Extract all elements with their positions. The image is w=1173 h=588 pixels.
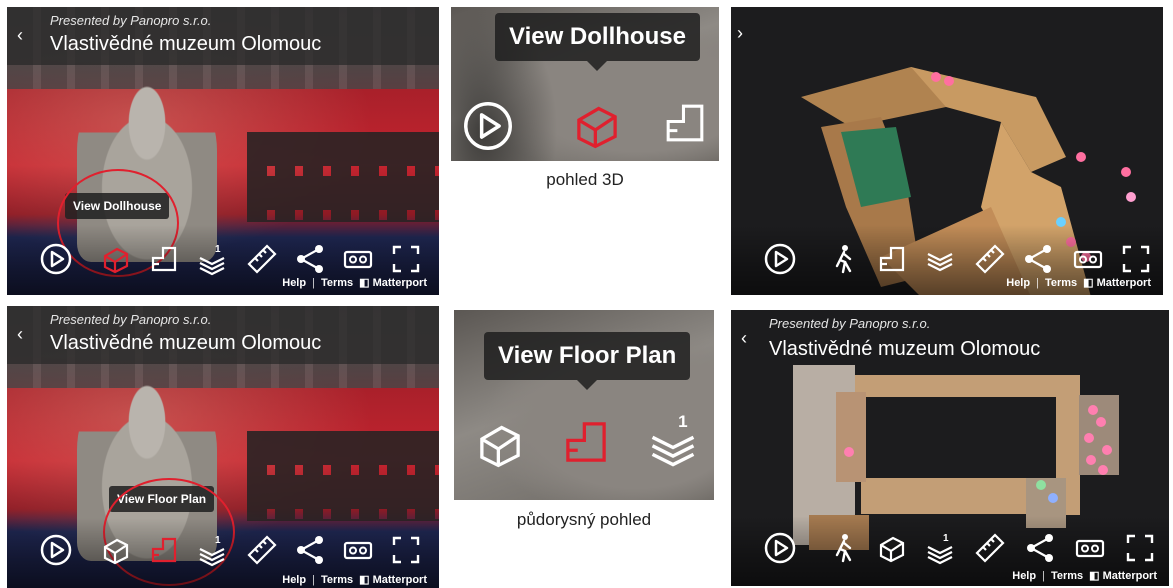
zoom-panel-floorplan: View Floor Plan 1 <box>454 310 714 500</box>
floors-icon[interactable]: 1 <box>644 410 702 468</box>
dollhouse-icon[interactable] <box>569 97 625 153</box>
viewer-header: ‹ Presented by Panopro s.r.o. Vlastivědn… <box>7 306 439 364</box>
play-icon[interactable] <box>763 531 797 565</box>
dollhouse-icon[interactable] <box>99 533 133 567</box>
viewer-panel-floorplan: ‹ Presented by Panopro s.r.o. Vlastivědn… <box>7 306 439 588</box>
zoom-panel-dollhouse: View Dollhouse <box>451 7 719 161</box>
floorplan-tooltip-large: View Floor Plan <box>484 332 691 390</box>
dollhouse-model-panel: › Help | Terms ◧ Matterport <box>731 7 1163 295</box>
vr-icon[interactable] <box>341 242 375 276</box>
museum-title: Vlastivědné muzeum Olomouc <box>50 33 322 55</box>
footer-links: Help | Terms ◧ Matterport <box>1012 569 1157 583</box>
back-chevron-icon[interactable]: ‹ <box>13 25 27 45</box>
brand-label: Matterport <box>1102 570 1157 582</box>
help-link[interactable]: Help <box>282 277 306 289</box>
help-link[interactable]: Help <box>1012 570 1036 582</box>
share-icon[interactable] <box>293 242 327 276</box>
matterport-logo-icon[interactable]: ◧ Matterport <box>359 573 427 586</box>
dollhouse-icon[interactable] <box>472 416 528 472</box>
brand-label: Matterport <box>372 277 427 289</box>
measure-icon[interactable] <box>245 533 279 567</box>
walk-icon[interactable] <box>827 531 861 565</box>
fullscreen-icon[interactable] <box>389 242 423 276</box>
vr-icon[interactable] <box>341 533 375 567</box>
share-icon[interactable] <box>1023 531 1057 565</box>
matterport-logo-icon[interactable]: ◧ Matterport <box>1089 569 1157 582</box>
vr-icon[interactable] <box>1071 242 1105 276</box>
matterport-logo-icon[interactable]: ◧ Matterport <box>359 276 427 289</box>
fullscreen-icon[interactable] <box>389 533 423 567</box>
dollhouse-tooltip-large: View Dollhouse <box>495 13 700 71</box>
measure-icon[interactable] <box>973 531 1007 565</box>
floorplan-icon[interactable] <box>875 242 909 276</box>
floorplan-icon[interactable] <box>558 414 614 470</box>
presented-by: Presented by Panopro s.r.o. <box>50 312 212 327</box>
caption-3d: pohled 3D <box>546 170 624 189</box>
share-icon[interactable] <box>293 533 327 567</box>
help-link[interactable]: Help <box>282 574 306 586</box>
terms-link[interactable]: Terms <box>1045 277 1077 289</box>
floors-icon[interactable]: 1 <box>195 242 229 276</box>
share-icon[interactable] <box>1021 242 1055 276</box>
viewer-header: ‹ Presented by Panopro s.r.o. Vlastivědn… <box>7 7 439 65</box>
footer-links: Help | Terms ◧ Matterport <box>282 276 427 290</box>
fullscreen-icon[interactable] <box>1119 242 1153 276</box>
terms-link[interactable]: Terms <box>321 277 353 289</box>
svg-text:1: 1 <box>215 535 221 546</box>
footer-separator: | <box>312 573 315 586</box>
floorplan-icon[interactable] <box>659 97 711 149</box>
brand-label: Matterport <box>1096 277 1151 289</box>
floors-icon[interactable]: 1 <box>923 531 957 565</box>
floors-icon[interactable]: 1 <box>195 533 229 567</box>
floorplan-icon[interactable] <box>147 242 181 276</box>
measure-icon[interactable] <box>245 242 279 276</box>
footer-separator: | <box>1036 276 1039 289</box>
svg-text:1: 1 <box>943 533 949 544</box>
floorplan-model-panel: ‹ Presented by Panopro s.r.o. Vlastivědn… <box>731 310 1169 586</box>
footer-links: Help | Terms ◧ Matterport <box>282 573 427 587</box>
play-icon[interactable] <box>461 99 515 153</box>
terms-link[interactable]: Terms <box>1051 570 1083 582</box>
back-chevron-icon[interactable]: ‹ <box>13 324 27 344</box>
floors-icon[interactable] <box>923 242 957 276</box>
svg-text:1: 1 <box>215 244 221 255</box>
play-icon[interactable] <box>39 533 73 567</box>
help-link[interactable]: Help <box>1006 277 1030 289</box>
play-icon[interactable] <box>763 242 797 276</box>
viewer-panel-dollhouse: ‹ Presented by Panopro s.r.o. Vlastivědn… <box>7 7 439 295</box>
svg-text:1: 1 <box>678 412 687 431</box>
presenter-name: Panopro s.r.o. <box>130 13 212 28</box>
presented-by: Presented by Panopro s.r.o. <box>50 13 212 28</box>
footer-links: Help | Terms ◧ Matterport <box>1006 276 1151 290</box>
brand-label: Matterport <box>372 574 427 586</box>
museum-title: Vlastivědné muzeum Olomouc <box>50 332 322 354</box>
footer-separator: | <box>1042 569 1045 582</box>
floorplan-icon[interactable] <box>147 533 181 567</box>
walk-icon[interactable] <box>827 242 861 276</box>
terms-link[interactable]: Terms <box>321 574 353 586</box>
presenter-name: Panopro s.r.o. <box>130 312 212 327</box>
measure-icon[interactable] <box>973 242 1007 276</box>
footer-separator: | <box>312 276 315 289</box>
exhibit-pictures <box>247 132 439 222</box>
dollhouse-icon[interactable] <box>99 242 133 276</box>
dollhouse-icon[interactable] <box>875 531 909 565</box>
fullscreen-icon[interactable] <box>1123 531 1157 565</box>
exhibit-pictures <box>247 431 439 521</box>
matterport-logo-icon[interactable]: ◧ Matterport <box>1083 276 1151 289</box>
vr-icon[interactable] <box>1073 531 1107 565</box>
caption-floor-plan: půdorysný pohled <box>516 510 652 529</box>
play-icon[interactable] <box>39 242 73 276</box>
